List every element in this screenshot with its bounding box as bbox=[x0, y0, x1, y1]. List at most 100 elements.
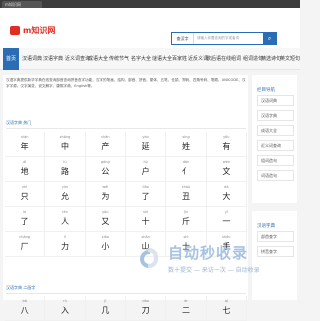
sidebar-link[interactable]: 组词造句 bbox=[257, 155, 294, 166]
char-pinyin: zhōng bbox=[59, 135, 71, 139]
char-pinyin: gōng bbox=[100, 160, 110, 164]
site-header: m知识网 查汉字 请输入你要查询的字或者词 ⌕ bbox=[0, 8, 300, 48]
char-hanzi: 几 bbox=[101, 306, 110, 315]
char-hanzi: 七 bbox=[222, 306, 231, 315]
char-cell[interactable]: chóu 丑 bbox=[166, 182, 207, 207]
char-hanzi: 姓 bbox=[181, 142, 190, 151]
char-hanzi: 允 bbox=[60, 192, 69, 201]
watermark: 自动秒收录 数十提交 — 来访一次 — 自动收录 bbox=[138, 238, 288, 278]
char-cell[interactable]: le 了 bbox=[5, 207, 46, 232]
char-hanzi: 文 bbox=[222, 167, 231, 176]
char-cell[interactable]: yòu 又 bbox=[85, 207, 126, 232]
section-divider bbox=[6, 128, 246, 129]
char-cell[interactable]: yǒu 有 bbox=[206, 132, 247, 157]
char-cell[interactable]: dì 地 bbox=[5, 157, 46, 182]
nav-item[interactable]: 名字大全 bbox=[131, 48, 151, 70]
nav-item[interactable]: 歇后语 bbox=[206, 48, 221, 70]
char-pinyin: chǎn bbox=[101, 135, 110, 139]
char-hanzi: 丑 bbox=[181, 192, 190, 201]
char-pinyin: yī bbox=[224, 210, 228, 214]
char-cell[interactable]: yī 一 bbox=[206, 207, 247, 232]
nav-item[interactable]: 百家姓 bbox=[172, 48, 187, 70]
char-pinyin: rén bbox=[62, 210, 68, 214]
char-cell[interactable]: jīn 斤 bbox=[166, 207, 207, 232]
char-pinyin: xiǎo bbox=[101, 235, 109, 239]
char-cell[interactable]: yán 延 bbox=[125, 132, 167, 157]
nav-item[interactable]: 近反义词 bbox=[188, 48, 208, 70]
nav-item[interactable]: 在线组词 bbox=[221, 48, 241, 70]
char-pinyin: yán bbox=[142, 135, 149, 139]
section-title-two-strokes: 汉语字典 二画字 bbox=[6, 285, 36, 290]
char-cell[interactable]: dà 大 bbox=[206, 182, 247, 207]
char-pinyin: lì bbox=[64, 235, 66, 239]
char-cell[interactable]: rén 人 bbox=[45, 207, 86, 232]
char-cell[interactable]: hù 户 bbox=[125, 157, 167, 182]
char-pinyin: dà bbox=[224, 185, 229, 189]
char-cell[interactable]: zhǐ 只 bbox=[5, 182, 46, 207]
char-hanzi: 只 bbox=[20, 192, 29, 201]
sidebar-link[interactable]: 汉语字典 bbox=[257, 110, 294, 121]
search-button[interactable]: ⌕ bbox=[263, 33, 276, 44]
search-bar: 查汉字 请输入你要查询的字或者词 ⌕ bbox=[171, 32, 277, 45]
logo-text: m知识网 bbox=[23, 26, 56, 35]
char-hanzi: 了 bbox=[20, 217, 29, 226]
nav-item[interactable]: 英文短句 bbox=[280, 48, 300, 70]
sidebar-title-2: 汉语字典 bbox=[257, 224, 275, 229]
char-hanzi: 刀 bbox=[141, 306, 150, 315]
sidebar-link[interactable]: 成语大全 bbox=[257, 125, 294, 136]
nav-item[interactable]: 首页 bbox=[3, 48, 20, 70]
char-hanzi: 亻 bbox=[181, 167, 190, 176]
char-hanzi: 延 bbox=[141, 142, 150, 151]
char-hanzi: 入 bbox=[60, 306, 69, 315]
site-logo[interactable]: m知识网 bbox=[10, 25, 55, 36]
watermark-logo-icon bbox=[138, 246, 162, 270]
char-cell[interactable]: xìng 姓 bbox=[166, 132, 207, 157]
char-pinyin: xìng bbox=[182, 135, 190, 139]
sidebar-link[interactable]: 汉语词典 bbox=[257, 95, 294, 106]
sidebar-title: 栏目导航 bbox=[257, 88, 275, 93]
search-input[interactable]: 请输入你要查询的字或者词 bbox=[194, 33, 263, 44]
nav-item[interactable]: 近义词查询 bbox=[65, 48, 90, 70]
char-hanzi: 公 bbox=[101, 167, 110, 176]
char-pinyin: wéi bbox=[102, 185, 109, 189]
browser-tab[interactable]: m知识网 bbox=[2, 1, 42, 8]
char-cell[interactable]: liǎo 了 bbox=[125, 182, 167, 207]
char-pinyin: zhǐ bbox=[22, 185, 28, 189]
watermark-title: 自动秒收录 bbox=[168, 244, 249, 262]
nav-item[interactable]: 传统节气 bbox=[109, 48, 129, 70]
sidebar-link[interactable]: 近义词查询 bbox=[257, 140, 294, 151]
char-cell[interactable]: lù 路 bbox=[45, 157, 86, 182]
char-cell[interactable]: wén 文 bbox=[206, 157, 247, 182]
char-pinyin: shí bbox=[143, 210, 149, 214]
section-divider bbox=[6, 293, 246, 294]
intro-text: 汉语字典提供新华字典在线查询部首查询拼音查字功能，汉字的笔画、结构、部首、拼音、… bbox=[6, 78, 246, 88]
char-hanzi: 人 bbox=[60, 217, 69, 226]
nav-item[interactable]: 汉语字典 bbox=[43, 48, 63, 70]
char-cell[interactable]: xiǎo 小 bbox=[85, 232, 126, 257]
nav-item[interactable]: 精选诗句 bbox=[261, 48, 281, 70]
char-pinyin: yòu bbox=[102, 210, 109, 214]
nav-item[interactable]: 汉语词典 bbox=[22, 48, 42, 70]
char-pinyin: chǎng bbox=[19, 235, 31, 239]
char-hanzi: 力 bbox=[60, 242, 69, 251]
nav-item[interactable]: 组词造句 bbox=[243, 48, 263, 70]
char-cell[interactable]: dǎn 亻 bbox=[166, 157, 207, 182]
search-category-select[interactable]: 查汉字 bbox=[172, 33, 194, 44]
char-hanzi: 产 bbox=[101, 142, 110, 151]
watermark-subtitle: 数十提交 — 来访一次 — 自动收录 bbox=[168, 267, 260, 274]
char-cell[interactable]: chǎn 产 bbox=[85, 132, 126, 157]
nav-item[interactable]: 成语大全 bbox=[88, 48, 108, 70]
char-pinyin: dǎn bbox=[182, 160, 190, 164]
char-cell[interactable]: lì 力 bbox=[45, 232, 86, 257]
char-pinyin: jīn bbox=[183, 210, 189, 214]
char-cell[interactable]: shí 十 bbox=[125, 207, 167, 232]
char-cell[interactable]: zhōng 中 bbox=[45, 132, 86, 157]
nav-item[interactable]: 谜语大全 bbox=[152, 48, 172, 70]
char-cell[interactable]: chǎng 厂 bbox=[5, 232, 46, 257]
char-cell[interactable]: wéi 为 bbox=[85, 182, 126, 207]
sidebar-link[interactable]: 词语造句 bbox=[257, 170, 294, 181]
char-hanzi: 小 bbox=[101, 242, 110, 251]
char-cell[interactable]: gōng 公 bbox=[85, 157, 126, 182]
char-cell[interactable]: nián 年 bbox=[5, 132, 46, 157]
char-cell[interactable]: yǔn 允 bbox=[45, 182, 86, 207]
